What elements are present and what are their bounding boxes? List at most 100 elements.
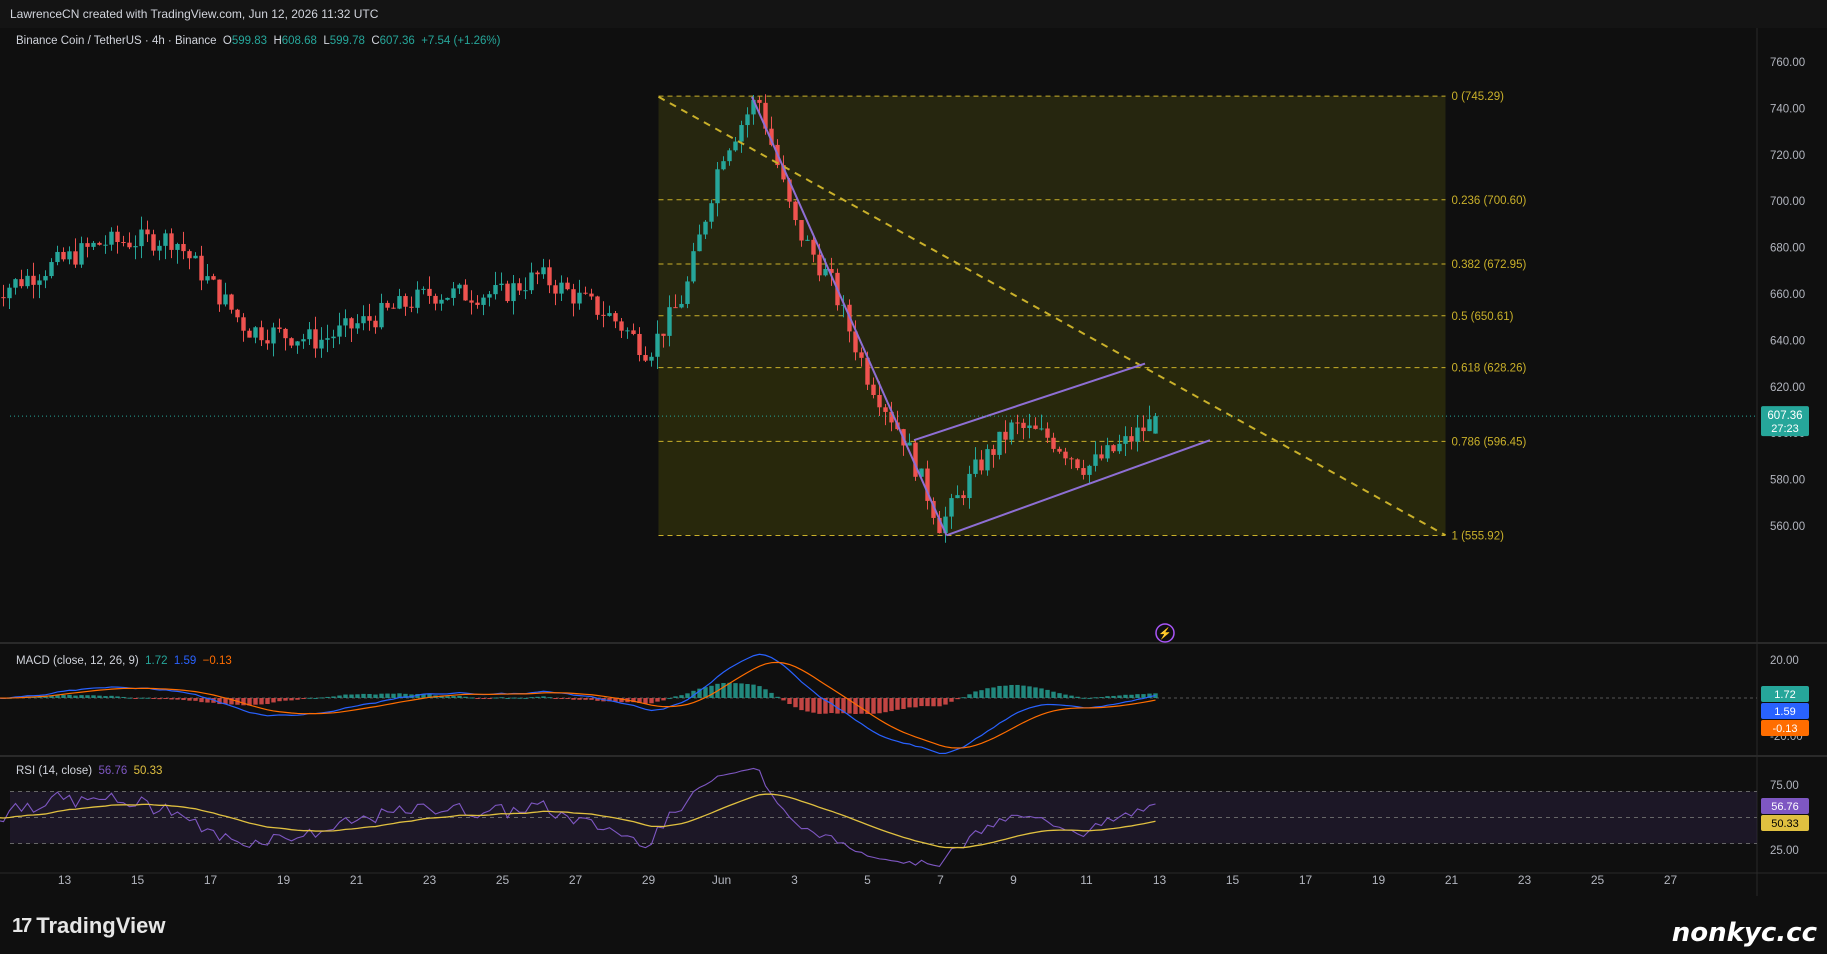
candle-body	[427, 288, 432, 296]
macd-histogram-bar	[1033, 687, 1038, 698]
candle-body	[355, 323, 360, 329]
rsi-tag-value: 50.33	[1771, 818, 1799, 830]
candle-body	[979, 459, 984, 471]
macd-histogram-bar	[271, 698, 276, 703]
time-tick-label: 25	[496, 873, 510, 887]
candle-body	[241, 317, 246, 331]
macd-histogram-bar	[949, 698, 954, 702]
candle-body	[157, 245, 162, 251]
rsi-legend[interactable]: RSI (14, close) 56.76 50.33	[16, 765, 162, 777]
candle-body	[325, 338, 330, 340]
macd-histogram-bar	[811, 698, 816, 713]
candle-body	[175, 244, 180, 250]
macd-histogram-bar	[979, 690, 984, 698]
symbol-title[interactable]: Binance Coin / TetherUS · 4h · Binance	[16, 35, 217, 47]
time-tick-label: 13	[1153, 873, 1167, 887]
macd-histogram-bar	[1045, 689, 1050, 698]
macd-histogram-bar	[829, 698, 834, 714]
fib-level-label: 0.618 (628.26)	[1452, 363, 1527, 375]
candle-body	[733, 141, 738, 151]
macd-histogram-bar	[469, 697, 474, 699]
macd-histogram-bar	[487, 698, 492, 699]
candle-body	[703, 221, 708, 235]
fib-level-label: 1 (555.92)	[1452, 530, 1505, 542]
macd-histogram-bar	[889, 698, 894, 712]
candle-body	[1033, 425, 1038, 429]
macd-legend[interactable]: MACD (close, 12, 26, 9) 1.72 1.59 −0.13	[16, 655, 232, 667]
candle-body	[145, 229, 150, 235]
candle-body	[973, 459, 978, 474]
macd-histogram-bar	[1087, 697, 1092, 699]
macd-histogram-bar	[931, 698, 936, 707]
macd-histogram-bar	[727, 682, 732, 698]
symbol-legend: Binance Coin / TetherUS · 4h · Binance O…	[16, 35, 501, 47]
macd-histogram-bar	[649, 698, 654, 704]
macd-tag-value: 1.59	[1774, 706, 1795, 718]
macd-histogram-bar	[277, 698, 282, 702]
candle-body	[103, 244, 108, 246]
candle-body	[961, 495, 966, 499]
macd-histogram-bar	[463, 696, 468, 698]
candle-body	[793, 201, 798, 221]
candle-body	[643, 355, 648, 361]
candle-body	[13, 279, 18, 288]
time-tick-label: 13	[58, 873, 72, 887]
macd-histogram-bar	[145, 697, 150, 699]
open-value: 599.83	[231, 35, 268, 47]
macd-histogram-bar	[547, 697, 552, 699]
macd-histogram-bar	[907, 698, 912, 708]
macd-histogram-bar	[781, 698, 786, 701]
macd-histogram-bar	[1003, 685, 1008, 698]
macd-histogram-bar	[283, 698, 288, 701]
candle-body	[25, 275, 30, 287]
tradingview-logo[interactable]: 17 TradingView	[12, 913, 165, 939]
macd-histogram-bar	[349, 694, 354, 698]
macd-label: MACD (close, 12, 26, 9)	[16, 655, 139, 667]
candle-body	[535, 272, 540, 275]
rsi-tick-label: 75.00	[1770, 780, 1799, 792]
candle-body	[1147, 419, 1152, 432]
time-tick-label: 17	[204, 873, 218, 887]
macd-histogram-bar	[385, 693, 390, 698]
macd-histogram-bar	[355, 694, 360, 698]
candle-body	[589, 293, 594, 297]
macd-tag-value: -0.13	[1772, 723, 1797, 735]
price-tick-label: 560.00	[1770, 521, 1805, 533]
macd-histogram-bar	[115, 696, 120, 698]
candle-body	[397, 296, 402, 309]
candle-body	[187, 251, 192, 259]
macd-histogram-bar	[961, 697, 966, 699]
candle-body	[1039, 428, 1044, 430]
candle-body	[859, 352, 864, 358]
macd-histogram-bar	[877, 698, 882, 714]
candle-body	[1093, 454, 1098, 466]
macd-histogram-bar	[787, 698, 792, 705]
macd-histogram-bar	[445, 696, 450, 698]
candle-body	[451, 288, 456, 298]
time-tick-label: 15	[1226, 873, 1240, 887]
macd-histogram-bar	[1117, 695, 1122, 698]
candle-body	[463, 284, 468, 301]
candle-body	[49, 262, 54, 277]
macd-histogram-bar	[181, 698, 186, 701]
candle-body	[409, 306, 414, 308]
candle-body	[823, 269, 828, 276]
macd-histogram-bar	[565, 698, 570, 699]
price-chart[interactable]: 13 15 17 19 21 23 25 27 29 Jun 3 5 7 9 11 13 15 17 19 21 23 2…	[0, 0, 1827, 896]
macd-histogram-bar	[1129, 694, 1134, 698]
candle-body	[523, 290, 528, 292]
candle-body	[19, 279, 24, 287]
macd-histogram-bar	[373, 694, 378, 698]
macd-histogram-bar	[925, 698, 930, 707]
candle-body	[43, 276, 48, 281]
candle-body	[985, 449, 990, 471]
candle-body	[637, 333, 642, 356]
candle-body	[907, 442, 912, 446]
candle-body	[445, 297, 450, 300]
candle-body	[1063, 451, 1068, 459]
macd-histogram-bar	[751, 684, 756, 698]
macd-histogram-bar	[61, 695, 66, 698]
macd-histogram-bar	[763, 689, 768, 698]
candle-body	[757, 99, 762, 103]
candle-body	[577, 292, 582, 304]
